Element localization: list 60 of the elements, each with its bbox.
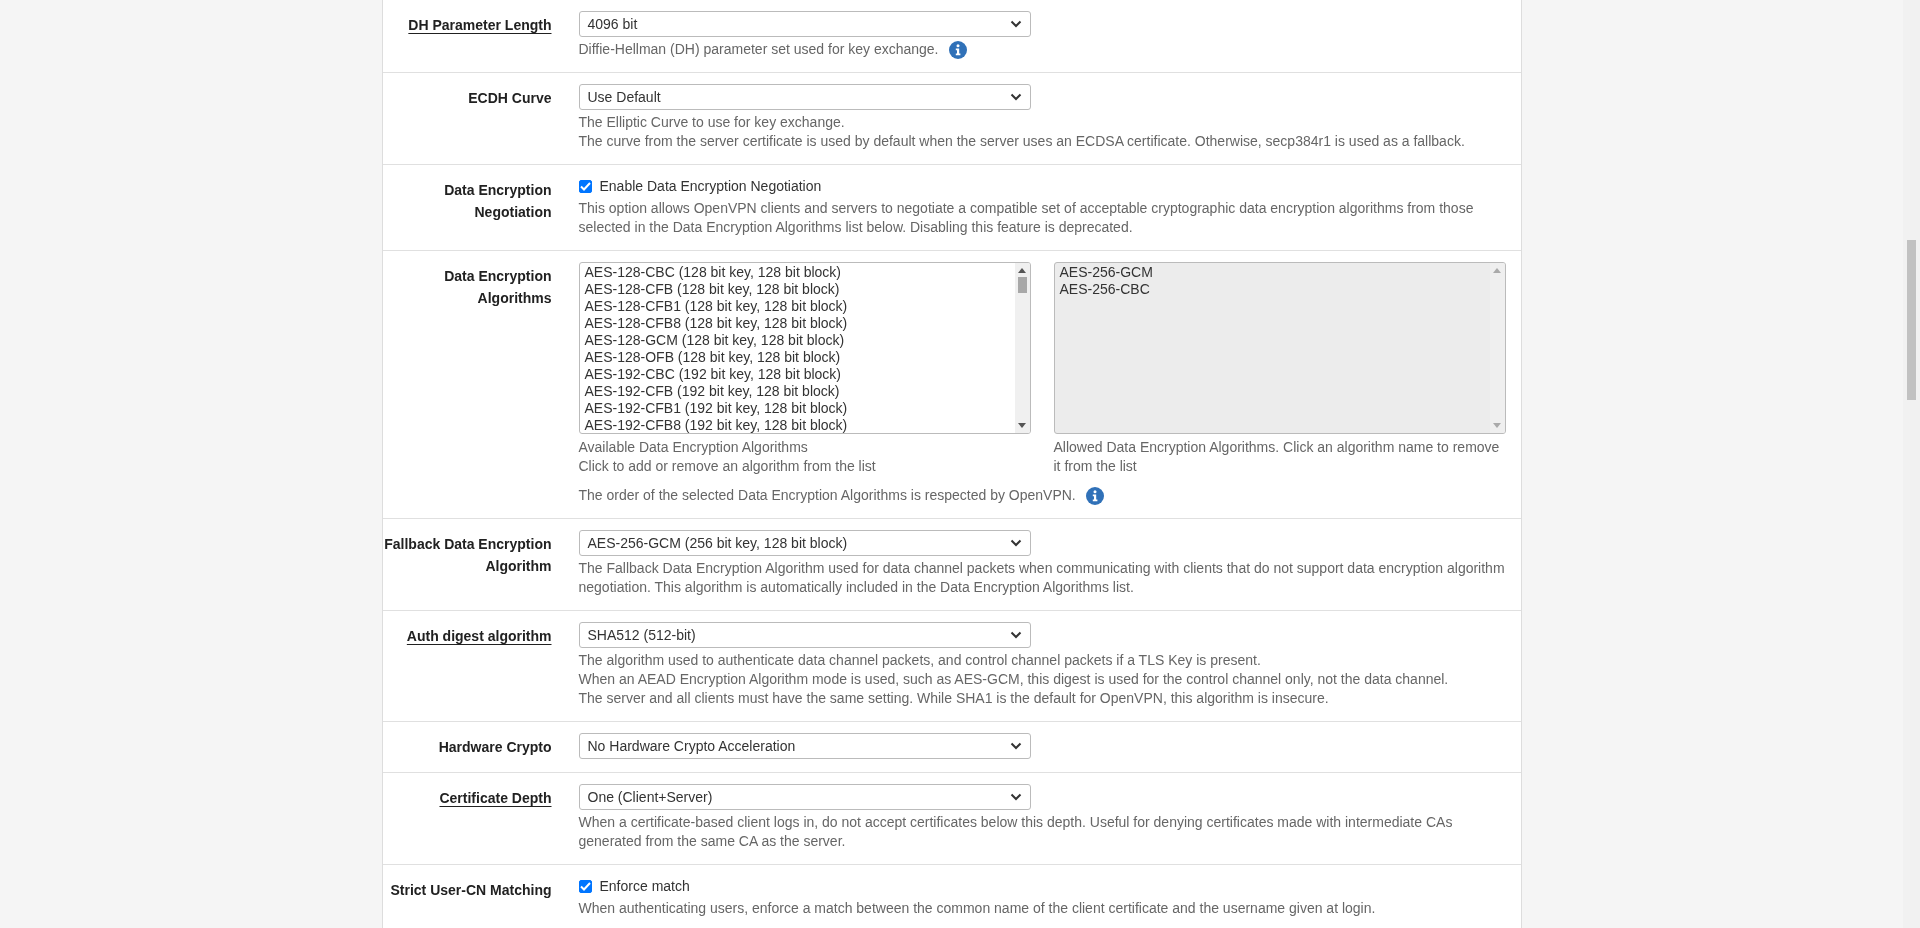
list-option[interactable]: AES-256-GCM: [1059, 264, 1485, 281]
page-scrollbar[interactable]: [1903, 0, 1920, 928]
help-text: When an AEAD Encryption Algorithm mode is used, such as AES-GCM, this digest is used for the control channel only, not the data channel.: [578, 670, 1449, 689]
dropdown[interactable]: Use Default: [578, 84, 1031, 110]
field-label: Data Encryption Algorithms: [443, 267, 552, 308]
field-label: Data Encryption Negotiation: [443, 181, 552, 222]
scroll-up-icon[interactable]: [1018, 268, 1026, 273]
caret-icon: [1009, 631, 1022, 639]
field-label: DH Parameter Length: [408, 16, 552, 35]
help-text: The Elliptic Curve to use for key exchange.: [578, 113, 845, 132]
caret-icon: [1009, 742, 1022, 750]
help-text: The Fallback Data Encryption Algorithm used for data channel packets when communicating with clients that do not support data encryption algorithm negotiation. This algorithm is automatically included in the Data Encryption Algorithms list.: [578, 559, 1506, 597]
field-label: Hardware Crypto: [438, 738, 552, 757]
checkbox[interactable]: [578, 879, 592, 893]
field-label: Certificate Depth: [439, 789, 552, 808]
help-text: This option allows OpenVPN clients and servers to negotiate a compatible set of acceptable cryptographic data encryption algorithms from those selected in the Data Encryption Algorithms list below. Disabling this feature is deprecated.: [578, 199, 1475, 237]
caret-icon: [1009, 20, 1022, 28]
list-option[interactable]: AES-128-GCM (128 bit key, 128 bit block): [584, 332, 1010, 349]
scroll-down-icon[interactable]: [1018, 423, 1026, 428]
field-label: Strict User-CN Matching: [390, 881, 552, 900]
algorithm-listbox[interactable]: [578, 262, 1031, 434]
list-option[interactable]: AES-192-CBC (192 bit key, 128 bit block): [584, 366, 1010, 383]
list-option[interactable]: AES-192-CFB1 (192 bit key, 128 bit block): [584, 400, 1010, 417]
info-icon[interactable]: [948, 40, 967, 59]
allowed-listbox[interactable]: AES-256-GCM AES-256-CBC: [1053, 262, 1506, 434]
help-text: Available Data Encryption Algorithms: [578, 438, 809, 457]
list-option[interactable]: AES-128-CFB8 (128 bit key, 128 bit block): [584, 315, 1010, 332]
caret-icon: [1009, 793, 1022, 801]
caret-icon: [1009, 93, 1022, 101]
field-label: Auth digest algorithm: [406, 627, 552, 646]
dropdown[interactable]: 4096 bit: [578, 11, 1031, 37]
help-text: The algorithm used to authenticate data channel packets, and control channel packets if a TLS Key is present.: [578, 651, 1261, 670]
help-text: The order of the selected Data Encryption Algorithms is respected by OpenVPN.: [578, 486, 1076, 505]
checkbox-label: Enable Data Encryption Negotiation: [599, 178, 822, 194]
help-text: The server and all clients must have the same setting. While SHA1 is the default for OpenVPN, this algorithm is insecure.: [578, 689, 1329, 708]
info-icon[interactable]: [1085, 486, 1104, 505]
dropdown[interactable]: One (Client+Server): [578, 784, 1031, 810]
checkbox-label: Enforce match: [599, 878, 690, 894]
dropdown[interactable]: No Hardware Crypto Acceleration: [578, 733, 1031, 759]
list-option[interactable]: AES-192-CFB8 (192 bit key, 128 bit block): [584, 417, 1010, 433]
field-label: ECDH Curve: [468, 89, 552, 108]
help-text: Allowed Data Encryption Algorithms. Click an algorithm name to remove it from the list: [1053, 438, 1501, 476]
help-text: Diffie-Hellman (DH) parameter set used for key exchange.: [578, 40, 939, 59]
list-option[interactable]: AES-128-CBC (128 bit key, 128 bit block): [584, 264, 1010, 281]
field-label: Fallback Data Encryption Algorithm: [383, 535, 552, 576]
list-option[interactable]: AES-192-CFB (192 bit key, 128 bit block): [584, 383, 1010, 400]
list-option[interactable]: AES-128-CFB (128 bit key, 128 bit block): [584, 281, 1010, 298]
scroll-thumb[interactable]: [1017, 277, 1027, 293]
caret-icon: [1009, 539, 1022, 547]
help-text: Click to add or remove an algorithm from the list: [578, 457, 877, 476]
dropdown[interactable]: AES-256-GCM (256 bit key, 128 bit block): [578, 530, 1031, 556]
help-text: When a certificate-based client logs in, do not accept certificates below this depth. Useful for denying certificates made with intermediate CAs generated from the same CA as the server.: [578, 813, 1454, 851]
scrollbar[interactable]: [1014, 263, 1030, 433]
list-option[interactable]: AES-256-CBC: [1059, 281, 1485, 298]
dropdown[interactable]: SHA512 (512-bit): [578, 622, 1031, 648]
checkbox[interactable]: [578, 179, 592, 193]
help-text: The curve from the server certificate is used by default when the server uses an ECDSA certificate. Otherwise, secp384r1 is used as a fallback.: [578, 132, 1465, 151]
list-option[interactable]: AES-128-OFB (128 bit key, 128 bit block): [584, 349, 1010, 366]
help-text: When authenticating users, enforce a match between the common name of the client certificate and the username given at login.: [578, 899, 1376, 918]
list-option[interactable]: AES-128-CFB1 (128 bit key, 128 bit block): [584, 298, 1010, 315]
